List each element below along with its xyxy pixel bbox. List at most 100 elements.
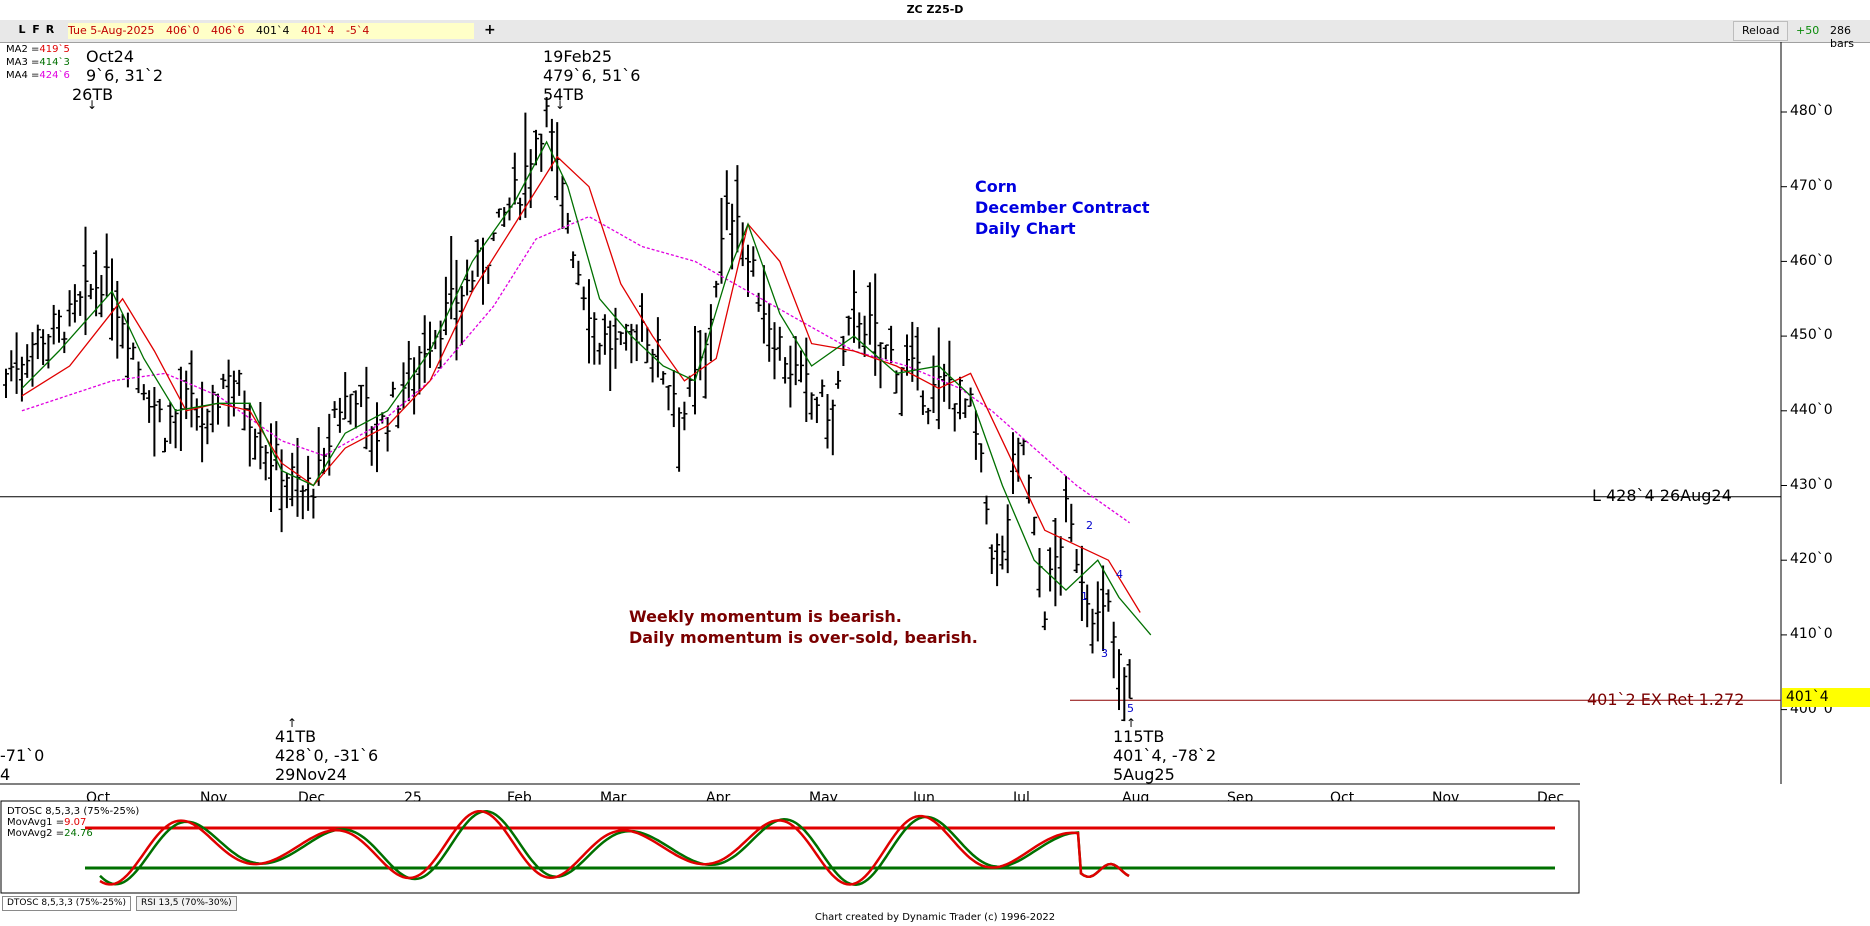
- price-bar: [1126, 659, 1133, 700]
- price-bar: [1068, 503, 1075, 542]
- price-bar: [670, 370, 677, 428]
- price-bar: [421, 315, 428, 383]
- price-bar: [994, 533, 1001, 587]
- price-bar: [734, 165, 741, 253]
- price-bar: [40, 329, 47, 366]
- log-scale-toggle[interactable]: L: [16, 23, 28, 36]
- price-tick-480: 480`0: [1790, 103, 1833, 119]
- price-bar: [289, 452, 296, 507]
- price-bar: [374, 402, 380, 473]
- price-bar: [845, 315, 852, 336]
- oscillator-panel[interactable]: [0, 800, 1582, 896]
- swing-label-nov-date: 29Nov24: [275, 765, 347, 784]
- swing-label-oct-date: Oct24: [86, 47, 135, 66]
- price-bar: [368, 426, 375, 466]
- ma3-legend-label: MA3 =: [6, 57, 40, 68]
- price-bar: [183, 370, 190, 420]
- price-bar: [580, 286, 587, 311]
- price-bar: [50, 304, 57, 345]
- footer-credit: Chart created by Dynamic Trader (c) 1996…: [814, 912, 1056, 923]
- chart-title-line-1: Corn: [975, 177, 1018, 196]
- swing-label-aug-bars: 115TB: [1113, 727, 1165, 746]
- quote-change: -5`4: [345, 24, 370, 37]
- price-bar: [1078, 545, 1085, 621]
- price-bar: [167, 402, 174, 444]
- price-bar: [458, 286, 465, 346]
- tab-dtosc[interactable]: DTOSC 8,5,3,3 (75%-25%): [2, 896, 131, 911]
- price-bar: [98, 274, 105, 318]
- ma2-legend-label: MA2 =: [6, 44, 40, 55]
- left-edge-value: -71`0: [0, 746, 45, 765]
- price-bar: [495, 208, 502, 218]
- price-bar: [707, 304, 714, 362]
- price-bar: [384, 417, 391, 452]
- add-study-button[interactable]: +: [484, 22, 496, 38]
- price-bar: [882, 344, 889, 360]
- price-bar: [8, 350, 15, 382]
- price-chart[interactable]: [0, 42, 1870, 794]
- price-bar: [389, 381, 396, 398]
- price-bar: [331, 401, 338, 419]
- indicator-tabs: DTOSC 8,5,3,3 (75%-25%) RSI 13,5 (70%-30…: [0, 896, 1580, 911]
- ma4-legend-label: MA4 =: [6, 70, 40, 81]
- reload-button[interactable]: Reload: [1733, 21, 1789, 41]
- price-bar: [1052, 518, 1059, 607]
- plus-bars-button[interactable]: +50: [1796, 24, 1819, 37]
- price-bar: [808, 392, 815, 420]
- momentum-note-daily: Daily momentum is over-sold, bearish.: [629, 628, 978, 647]
- tab-rsi[interactable]: RSI 13,5 (70%-30%): [136, 896, 237, 911]
- swing-label-oct-values: 9`6, 31`2: [86, 66, 164, 85]
- price-bar: [988, 544, 995, 574]
- price-bar: [442, 276, 449, 336]
- ma2-osc-legend-value: 24.76: [64, 828, 93, 839]
- chart-title-line-3: Daily Chart: [975, 219, 1076, 238]
- price-bar: [77, 291, 84, 316]
- reverse-toggle[interactable]: R: [44, 23, 56, 36]
- price-bar: [745, 244, 751, 297]
- price-bar: [819, 379, 826, 398]
- chart-title-line-2: December Contract: [975, 198, 1150, 217]
- swing-label-aug-values: 401`4, -78`2: [1113, 746, 1217, 765]
- support-line-label: L 428`4 26Aug24: [1592, 486, 1732, 505]
- fit-toggle[interactable]: F: [30, 23, 42, 36]
- price-tick-420: 420`0: [1790, 551, 1833, 567]
- wave-label-2: 2: [1086, 519, 1093, 532]
- price-bar: [888, 325, 895, 364]
- price-bar: [591, 312, 598, 365]
- price-bar: [898, 367, 905, 417]
- price-bar: [628, 323, 635, 364]
- price-bar: [533, 129, 539, 166]
- price-bar: [1020, 438, 1027, 456]
- price-bar: [411, 357, 418, 415]
- ma1-legend-label: MovAvg1 =: [7, 817, 65, 828]
- price-bar: [1004, 504, 1011, 574]
- ma2-legend-value: 419`5: [39, 44, 70, 55]
- price-bar: [861, 315, 868, 357]
- price-bar: [262, 445, 269, 481]
- price-bar: [665, 384, 672, 411]
- ma2-osc-legend-label: MovAvg2 =: [7, 828, 65, 839]
- price-bar: [310, 488, 317, 519]
- price-bar: [252, 428, 259, 460]
- ma4-line: [21, 215, 1130, 524]
- price-bar: [405, 340, 412, 402]
- oscillator-frame: [0, 800, 1580, 894]
- ma2-legend: MA2 =419`5: [6, 44, 70, 55]
- price-bar: [1036, 548, 1043, 598]
- ma3-legend-value: 414`3: [39, 57, 70, 68]
- price-bar: [347, 393, 354, 425]
- price-bar: [676, 407, 683, 472]
- price-bar: [146, 390, 153, 423]
- price-bar: [230, 370, 237, 417]
- price-bar: [1025, 474, 1032, 504]
- quote-close: 401`4: [300, 24, 335, 37]
- price-bar: [803, 337, 810, 422]
- price-bar: [872, 273, 879, 376]
- price-bar: [209, 384, 216, 433]
- price-bar: [268, 423, 274, 512]
- price-bar: [342, 372, 349, 420]
- price-bar: [601, 314, 608, 355]
- price-bar: [109, 258, 115, 341]
- price-bar: [829, 399, 836, 456]
- price-bar: [787, 345, 794, 408]
